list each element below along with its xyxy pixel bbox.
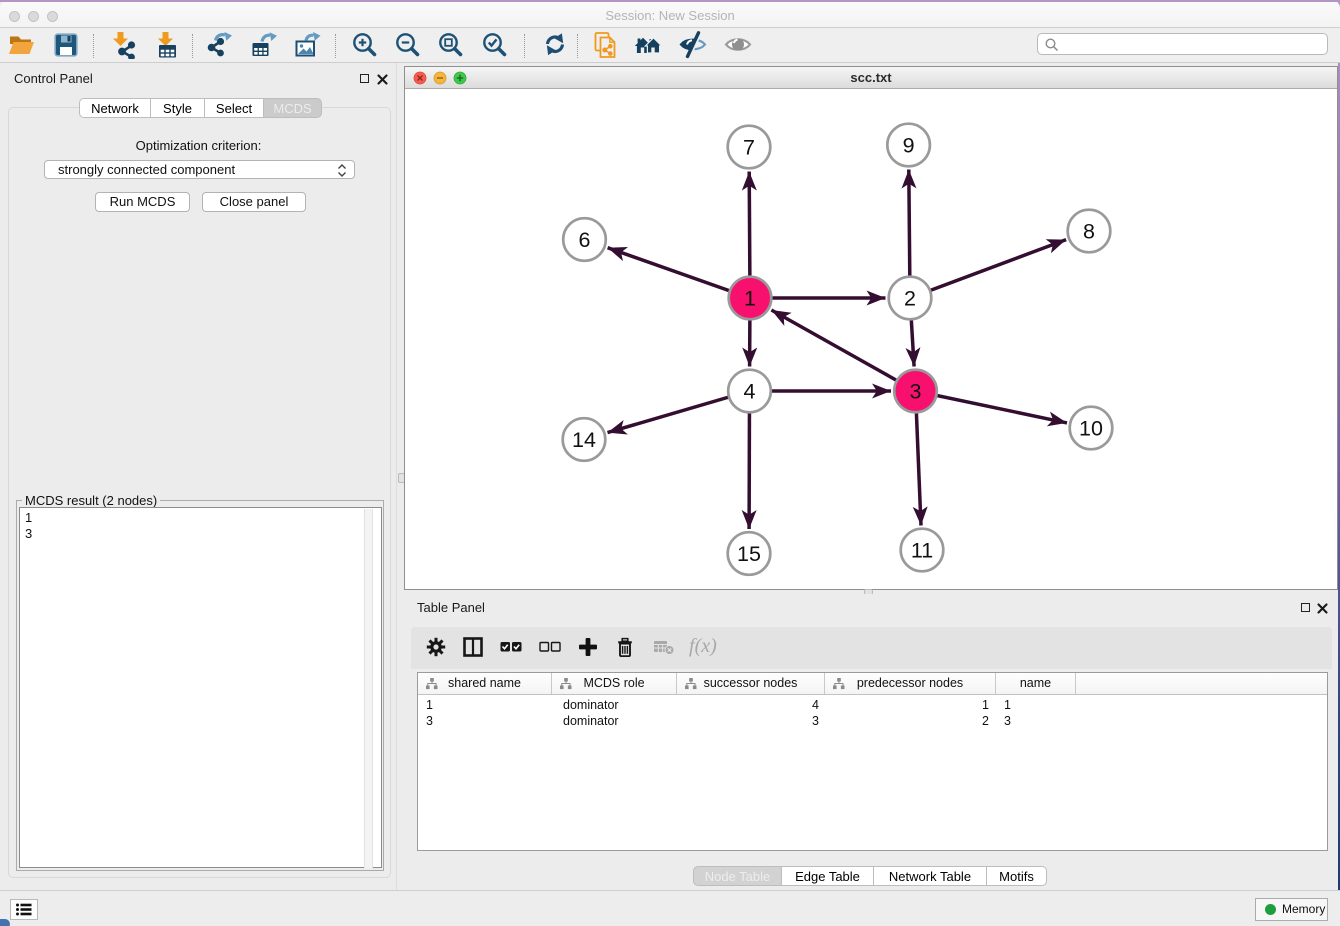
svg-text:1: 1 bbox=[744, 286, 756, 310]
svg-text:2: 2 bbox=[904, 286, 916, 310]
svg-text:7: 7 bbox=[743, 135, 755, 159]
svg-text:9: 9 bbox=[903, 133, 915, 157]
svg-text:4: 4 bbox=[744, 379, 756, 403]
svg-text:14: 14 bbox=[572, 428, 596, 452]
svg-text:3: 3 bbox=[910, 379, 922, 403]
svg-text:15: 15 bbox=[737, 542, 761, 566]
svg-text:6: 6 bbox=[579, 228, 591, 252]
svg-text:8: 8 bbox=[1083, 219, 1095, 243]
svg-text:11: 11 bbox=[911, 538, 933, 562]
svg-text:10: 10 bbox=[1079, 416, 1103, 440]
